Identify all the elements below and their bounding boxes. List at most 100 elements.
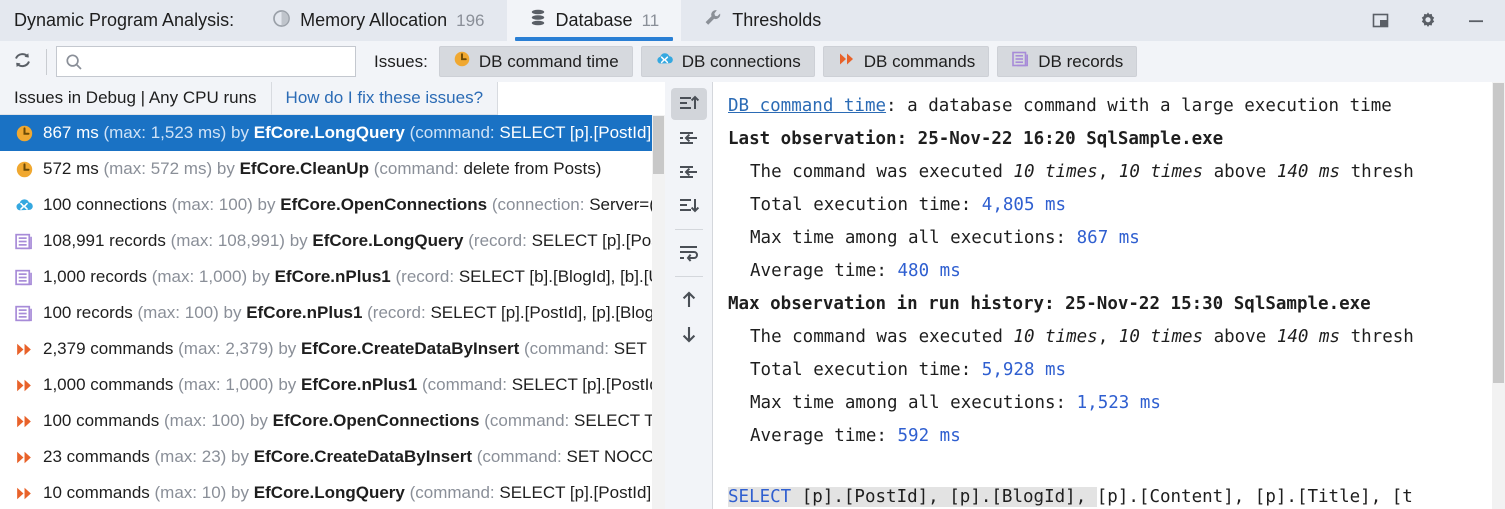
last-observation-label: Last observation: bbox=[728, 129, 908, 149]
double-chevron-icon bbox=[14, 375, 34, 395]
issue-detail: SELECT [p].[PostId], bbox=[499, 483, 656, 502]
collapse-left-button-2[interactable] bbox=[671, 156, 707, 188]
chip-db-records[interactable]: DB records bbox=[997, 46, 1138, 77]
issue-max: (max: 23) bbox=[154, 447, 227, 466]
word-wrap-button[interactable] bbox=[671, 237, 707, 269]
issue-row[interactable]: 100 records (max: 100) by EfCore.nPlus1 … bbox=[0, 295, 665, 331]
clock-icon bbox=[453, 50, 471, 73]
issue-row[interactable]: 108,991 records (max: 108,991) by EfCore… bbox=[0, 223, 665, 259]
issue-source: EfCore.nPlus1 bbox=[274, 267, 391, 286]
clock-icon bbox=[14, 159, 34, 179]
issue-max: (max: 2,379) bbox=[178, 339, 274, 358]
issue-row[interactable]: 100 connections (max: 100) by EfCore.Ope… bbox=[0, 187, 665, 223]
max-value: 1,523 ms bbox=[1076, 393, 1161, 413]
issue-detail_prefix: (connection: bbox=[491, 195, 585, 214]
issue-row[interactable]: 1,000 commands (max: 1,000) by EfCore.nP… bbox=[0, 367, 665, 403]
header-filler bbox=[497, 82, 665, 115]
arrow-down-icon[interactable] bbox=[671, 318, 707, 350]
chip-db-command-time[interactable]: DB command time bbox=[438, 46, 633, 77]
detail-side-toolbar bbox=[665, 82, 713, 509]
scrollbar-thumb[interactable] bbox=[1493, 83, 1504, 383]
issue-detail_prefix: (command: bbox=[409, 123, 495, 142]
detail-scrollbar[interactable] bbox=[1492, 82, 1505, 509]
scrollbar-thumb[interactable] bbox=[653, 116, 664, 174]
issue-detail: SELECT [p].[Post bbox=[531, 231, 659, 250]
issue-row-text: 100 connections (max: 100) by EfCore.Ope… bbox=[43, 195, 655, 215]
max-value: 867 ms bbox=[1076, 228, 1140, 248]
issues-filter-label: Issues: bbox=[374, 51, 428, 71]
issue-row[interactable]: 1,000 records (max: 1,000) by EfCore.nPl… bbox=[0, 259, 665, 295]
search-box[interactable] bbox=[56, 46, 356, 77]
issue-value: 1,000 records bbox=[43, 267, 147, 286]
issue-source: EfCore.CreateDataByInsert bbox=[301, 339, 520, 358]
total-value: 4,805 ms bbox=[981, 195, 1067, 215]
issue-row[interactable]: 23 commands (max: 23) by EfCore.CreateDa… bbox=[0, 439, 665, 475]
issue-detail_prefix: (record: bbox=[367, 303, 426, 322]
max-label: Max time among all executions: bbox=[750, 228, 1077, 248]
executed-times: 10 times bbox=[1013, 162, 1098, 182]
how-do-i-fix-link[interactable]: How do I fix these issues? bbox=[272, 82, 497, 115]
executed-mid: , bbox=[1097, 327, 1119, 347]
above-times: 10 times bbox=[1118, 162, 1204, 182]
issue-detail_prefix: (command: bbox=[524, 339, 610, 358]
collapse-down-button[interactable] bbox=[671, 190, 707, 222]
issue-detail: SELECT [p].[PostId], [p].[Blogl bbox=[430, 303, 658, 322]
issue-row[interactable]: 867 ms (max: 1,523 ms) by EfCore.LongQue… bbox=[0, 115, 665, 151]
issue-max: (max: 572 ms) bbox=[103, 159, 213, 178]
issue-detail: SELECT [p].[PostId], bbox=[499, 123, 656, 142]
detail-title-rest: : a database command with a large execut… bbox=[886, 96, 1392, 116]
tab-thresholds[interactable]: Thresholds bbox=[681, 0, 843, 41]
issue-max: (max: 1,000) bbox=[151, 267, 248, 286]
issue-source: EfCore.LongQuery bbox=[312, 231, 464, 250]
collapse-left-button-1[interactable] bbox=[671, 122, 707, 154]
issue-by: by bbox=[257, 195, 276, 214]
issue-row-text: 867 ms (max: 1,523 ms) by EfCore.LongQue… bbox=[43, 123, 656, 143]
issue-row[interactable]: 572 ms (max: 572 ms) by EfCore.CleanUp (… bbox=[0, 151, 665, 187]
refresh-icon[interactable] bbox=[0, 41, 44, 82]
connections-icon bbox=[14, 195, 34, 215]
gear-icon[interactable] bbox=[1417, 10, 1439, 32]
threshold-suffix: thresh bbox=[1340, 327, 1414, 347]
minimize-button[interactable] bbox=[1465, 10, 1487, 32]
window-tab-bar: Dynamic Program Analysis: Memory Allocat… bbox=[0, 0, 1505, 41]
issue-row[interactable]: 10 commands (max: 10) by EfCore.LongQuer… bbox=[0, 475, 665, 509]
arrow-up-icon[interactable] bbox=[671, 284, 707, 316]
issue-row[interactable]: 2,379 commands (max: 2,379) by EfCore.Cr… bbox=[0, 331, 665, 367]
issue-source: EfCore.OpenConnections bbox=[272, 411, 480, 430]
issue-value: 1,000 commands bbox=[43, 375, 174, 394]
records-icon bbox=[1011, 50, 1030, 73]
issues-list-scrollbar[interactable] bbox=[652, 115, 665, 509]
avg-label: Average time: bbox=[750, 426, 898, 446]
window-controls bbox=[1369, 0, 1505, 41]
sql-keyword: SELECT bbox=[728, 487, 792, 507]
issue-row[interactable]: 100 commands (max: 100) by EfCore.OpenCo… bbox=[0, 403, 665, 439]
issue-value: 100 connections bbox=[43, 195, 167, 214]
search-input[interactable] bbox=[83, 52, 355, 71]
max-observation-line: Max observation in run history: 25-Nov-2… bbox=[728, 288, 1505, 321]
issue-detail_prefix: (command: bbox=[409, 483, 495, 502]
tab-label: Memory Allocation bbox=[300, 10, 448, 30]
chip-label: DB connections bbox=[681, 51, 801, 71]
max-observation-label: Max observation in run history: bbox=[728, 294, 1055, 314]
tab-database[interactable]: Database 11 bbox=[506, 0, 682, 41]
chip-label: DB command time bbox=[478, 51, 619, 71]
chip-db-connections[interactable]: DB connections bbox=[640, 46, 815, 77]
issue-filter-chips: DB command time DB connections DB comman… bbox=[438, 46, 1138, 77]
issue-max: (max: 1,523 ms) bbox=[103, 123, 227, 142]
executed-mid: , bbox=[1097, 162, 1119, 182]
tab-memory-allocation[interactable]: Memory Allocation 196 bbox=[250, 0, 506, 41]
sql-snippet: SELECT [p].[PostId], [p].[BlogId], [p].[… bbox=[728, 481, 1505, 509]
issues-list[interactable]: 867 ms (max: 1,523 ms) by EfCore.LongQue… bbox=[0, 115, 665, 509]
tab-count: 196 bbox=[456, 10, 485, 30]
issue-source: EfCore.LongQuery bbox=[253, 483, 405, 502]
max-label: Max time among all executions: bbox=[750, 393, 1077, 413]
issue-value: 2,379 commands bbox=[43, 339, 174, 358]
detail-title-link[interactable]: DB command time bbox=[728, 96, 886, 116]
last-observation-line: Last observation: 25-Nov-22 16:20 SqlSam… bbox=[728, 123, 1505, 156]
tab-count: 11 bbox=[641, 10, 660, 30]
records-icon bbox=[14, 303, 34, 323]
chip-db-commands[interactable]: DB commands bbox=[822, 46, 990, 77]
restore-window-button[interactable] bbox=[1369, 10, 1391, 32]
expand-all-button[interactable] bbox=[670, 88, 707, 120]
tab-label: Database bbox=[555, 10, 633, 30]
